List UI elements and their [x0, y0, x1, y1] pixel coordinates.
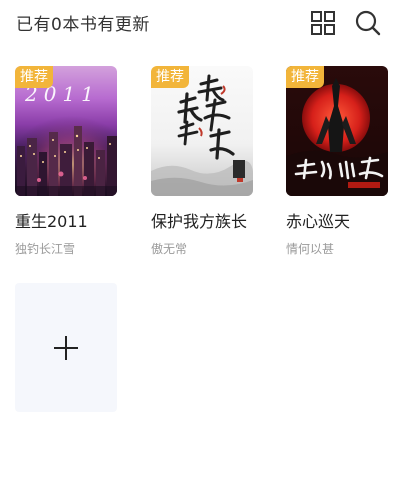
top-bar: 已有0本书有更新	[0, 0, 400, 44]
recommend-badge: 推荐	[151, 66, 189, 88]
cover-city-skyline	[15, 116, 117, 196]
book-cover[interactable]: 推荐	[286, 66, 388, 196]
book-author: 情何以甚	[286, 242, 335, 256]
book-item[interactable]: 推荐 2011 重生2011 独钓长江雪	[15, 66, 117, 257]
grid-view-icon	[311, 11, 335, 35]
recommend-badge: 推荐	[286, 66, 324, 88]
search-button[interactable]	[354, 9, 382, 37]
recommend-badge: 推荐	[15, 66, 53, 88]
book-cover[interactable]: 推荐	[151, 66, 253, 196]
add-book-button[interactable]	[15, 283, 117, 412]
book-title[interactable]: 保护我方族长	[151, 208, 255, 232]
plus-icon	[54, 335, 78, 360]
book-cover[interactable]: 推荐 2011	[15, 66, 117, 196]
search-icon	[355, 10, 381, 36]
grid-view-button[interactable]	[309, 9, 337, 37]
book-item[interactable]: 推荐 赤心巡天 情何以甚	[286, 66, 388, 257]
book-item[interactable]: 推荐 保护我方族长 傲无常	[151, 66, 253, 257]
update-status-text: 已有0本书有更新	[16, 15, 150, 35]
book-author: 独钓长江雪	[15, 242, 76, 256]
book-author: 傲无常	[151, 242, 188, 256]
book-title[interactable]: 赤心巡天	[286, 208, 390, 232]
book-title[interactable]: 重生2011	[15, 208, 119, 232]
